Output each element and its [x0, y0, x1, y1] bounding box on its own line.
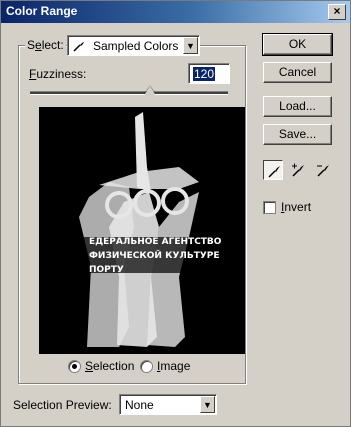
fuzziness-input[interactable]: 120 [188, 63, 230, 84]
eyedropper-plus-icon [292, 163, 304, 177]
fuzziness-slider-track[interactable] [30, 91, 228, 95]
preview-text-line: ПОРТУ [89, 265, 124, 275]
invert-checkbox-option[interactable]: Invert [263, 200, 311, 214]
chevron-down-icon: ▼ [200, 396, 215, 413]
eyedropper-minus-tool-button[interactable] [313, 160, 333, 180]
ok-button[interactable]: OK [262, 33, 333, 56]
load-button[interactable]: Load... [263, 96, 332, 117]
cancel-button[interactable]: Cancel [263, 62, 332, 83]
title-bar[interactable]: Color Range × [1, 1, 350, 23]
selection-preview-value: None [125, 398, 154, 412]
selection-preview-image[interactable]: ЕДЕРАЛЬНОЕ АГЕНТСТВО ФИЗИЧЕСКОЙ КУЛЬТУРЕ… [39, 107, 245, 354]
selection-radio[interactable] [68, 359, 81, 373]
eyedropper-icon [72, 39, 86, 55]
eyedropper-icon [268, 166, 280, 178]
selection-preview-label: Selection Preview: [13, 398, 112, 412]
eyedropper-minus-icon [317, 165, 329, 177]
fuzziness-label: Fuzziness: [29, 67, 87, 81]
invert-checkbox[interactable] [263, 200, 276, 214]
select-dropdown[interactable]: Sampled Colors ▼ [67, 35, 200, 56]
window-title: Color Range [6, 4, 78, 18]
fuzziness-slider-thumb[interactable] [145, 86, 155, 94]
fuzziness-value: 120 [193, 67, 216, 81]
save-button[interactable]: Save... [263, 124, 332, 145]
preview-text-line: ФИЗИЧЕСКОЙ КУЛЬТУРЕ [89, 251, 220, 261]
image-radio-label: Image [157, 359, 191, 373]
selection-preview-dropdown[interactable]: None ▼ [119, 394, 217, 415]
selection-radio-label: Selection [85, 359, 135, 373]
image-radio-option[interactable]: Image [140, 359, 190, 373]
color-range-dialog: Color Range × Select: Sampled Colors ▼ F… [0, 0, 351, 427]
eyedropper-tool-button[interactable] [263, 160, 283, 180]
select-label: Select: [25, 38, 66, 52]
image-radio[interactable] [140, 359, 153, 373]
preview-text-line: ЕДЕРАЛЬНОЕ АГЕНТСТВО [89, 237, 222, 247]
select-value: Sampled Colors [93, 39, 179, 53]
selection-radio-option[interactable]: Selection [68, 359, 134, 373]
invert-label: Invert [281, 200, 312, 214]
close-button[interactable]: × [328, 4, 346, 20]
eyedropper-plus-tool-button[interactable] [288, 160, 308, 180]
chevron-down-icon: ▼ [183, 37, 198, 54]
